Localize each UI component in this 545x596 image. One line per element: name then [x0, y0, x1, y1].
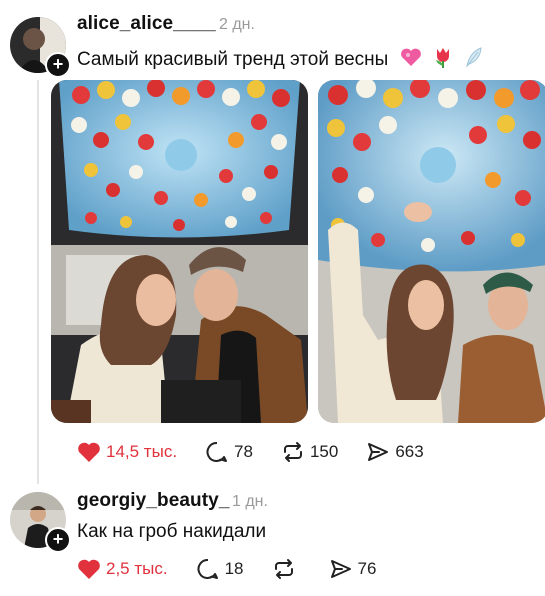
repost-button[interactable]: 150: [281, 441, 338, 463]
follow-plus-button[interactable]: +: [45, 52, 71, 78]
repost-count: 150: [309, 442, 339, 461]
reply-like-count: 2,5 тыс.: [106, 559, 168, 578]
post-text: Самый красивый тренд этой весны: [77, 46, 484, 74]
share-count: 663: [395, 442, 424, 461]
reply-comment-count: 18: [224, 559, 244, 578]
post-username[interactable]: alice_alice____: [77, 13, 216, 35]
send-icon: [366, 441, 390, 463]
heart-filled-icon: [77, 558, 101, 580]
heart-emoji: [400, 47, 422, 73]
reply-text: Как на гроб накидали: [77, 521, 267, 542]
reply-time: 1 дн.: [232, 493, 268, 510]
like-count: 14,5 тыс.: [106, 442, 178, 461]
reply-username[interactable]: georgiy_beauty_: [77, 490, 230, 512]
reply-repost-button[interactable]: [272, 558, 301, 580]
reply-follow-plus-button[interactable]: +: [45, 527, 71, 553]
repost-icon: [272, 558, 296, 580]
post-actions: 14,5 тыс. 78 150 663: [77, 441, 452, 463]
reply-comment-button[interactable]: 18: [196, 558, 244, 580]
heart-filled-icon: [77, 441, 101, 463]
post-text-content: Самый красивый тренд этой весны: [77, 49, 389, 71]
reply-share-button[interactable]: 76: [329, 558, 377, 580]
thread-line: [37, 80, 39, 484]
comment-button[interactable]: 78: [205, 441, 253, 463]
send-icon: [329, 558, 353, 580]
tulip-emoji: [433, 46, 453, 74]
repost-icon: [281, 441, 305, 463]
like-button[interactable]: 14,5 тыс.: [77, 441, 177, 463]
reply-actions: 2,5 тыс. 18 76: [77, 558, 404, 580]
post-image-1[interactable]: [51, 80, 308, 423]
reply-like-button[interactable]: 2,5 тыс.: [77, 558, 168, 580]
post-time: 2 дн.: [219, 16, 255, 33]
comment-icon: [196, 558, 220, 580]
comment-icon: [205, 441, 229, 463]
share-button[interactable]: 663: [366, 441, 424, 463]
reply-share-count: 76: [357, 559, 377, 578]
feather-emoji: [464, 46, 484, 74]
post-image-2[interactable]: [318, 80, 545, 423]
comment-count: 78: [234, 442, 253, 461]
